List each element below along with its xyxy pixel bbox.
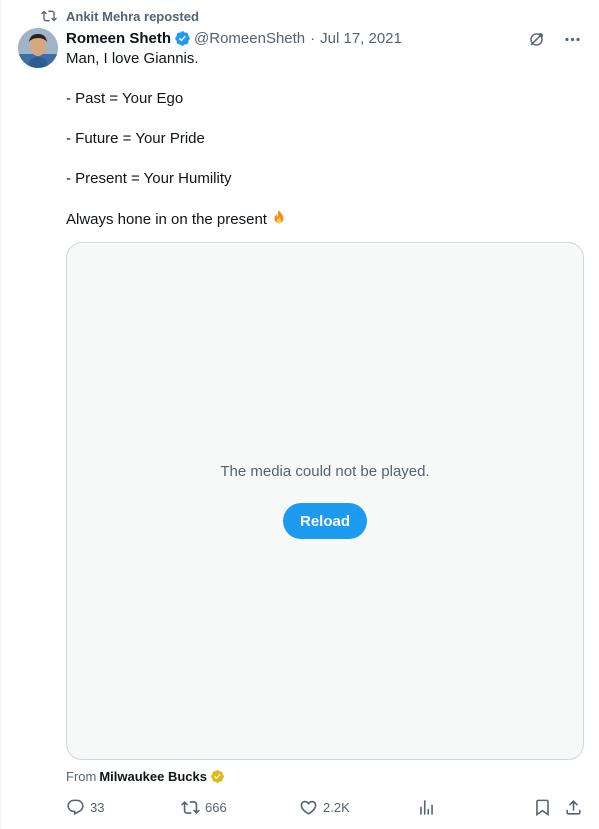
tweet[interactable]: Ankit Mehra reposted Romeen Sheth @Romee… [0, 0, 599, 829]
analytics-icon [420, 799, 433, 815]
tweet-line-last: Always hone in on the present [66, 209, 584, 230]
tweet-line: - Present = Your Humility [66, 170, 232, 187]
source-prefix: From [66, 768, 97, 784]
share-icon [566, 799, 581, 815]
tweet-line: - Future = Your Pride [66, 130, 205, 147]
more-icon [564, 37, 580, 41]
like-count: 2.2K [323, 799, 350, 815]
separator: · [310, 29, 316, 47]
tweet-actions: 33 666 2.2K [66, 795, 584, 819]
fire-emoji-icon [274, 209, 284, 224]
grok-button[interactable] [523, 28, 549, 50]
media-container: The media could not be played. Reload [66, 242, 584, 760]
bookmark-icon [536, 799, 549, 816]
avatar[interactable] [18, 28, 58, 68]
bookmark-button[interactable] [533, 795, 552, 819]
tweet-line: Man, I love Giannis. [66, 50, 199, 67]
tweet-line: - Past = Your Ego [66, 90, 184, 107]
author-handle[interactable]: @RomeenSheth [194, 30, 305, 47]
reply-icon [67, 799, 84, 815]
repost-icon [41, 10, 57, 22]
source-name[interactable]: Milwaukee Bucks [99, 769, 207, 784]
views-button[interactable] [417, 795, 436, 819]
header-actions [523, 28, 585, 50]
avatar-image [18, 28, 58, 68]
media-source: From Milwaukee Bucks [66, 767, 225, 785]
more-button[interactable] [559, 28, 585, 50]
reload-button[interactable]: Reload [283, 503, 367, 539]
repost-button[interactable]: 666 [181, 795, 227, 819]
repost-text: Ankit Mehra reposted [66, 8, 199, 24]
share-button[interactable] [564, 795, 583, 819]
reply-button[interactable]: 33 [66, 795, 104, 819]
tweet-header: Romeen Sheth @RomeenSheth · Jul 17, 2021 [66, 27, 402, 49]
reply-count: 33 [90, 799, 105, 815]
author-name[interactable]: Romeen Sheth [66, 30, 171, 47]
verified-badge-icon[interactable] [174, 30, 191, 47]
heart-icon [300, 800, 317, 815]
tweet-date[interactable]: Jul 17, 2021 [320, 30, 402, 47]
repost-count: 666 [205, 799, 227, 815]
gold-verified-badge-icon [211, 769, 224, 783]
tweet-line-text: Always hone in on the present [66, 211, 267, 228]
grok-icon [529, 32, 543, 46]
media-error-message: The media could not be played. [220, 463, 430, 480]
tweet-text: Man, I love Giannis. - Past = Your Ego -… [66, 49, 584, 250]
repost-icon [181, 800, 200, 814]
repost-context[interactable]: Ankit Mehra reposted [41, 6, 199, 26]
like-button[interactable]: 2.2K [299, 795, 350, 819]
